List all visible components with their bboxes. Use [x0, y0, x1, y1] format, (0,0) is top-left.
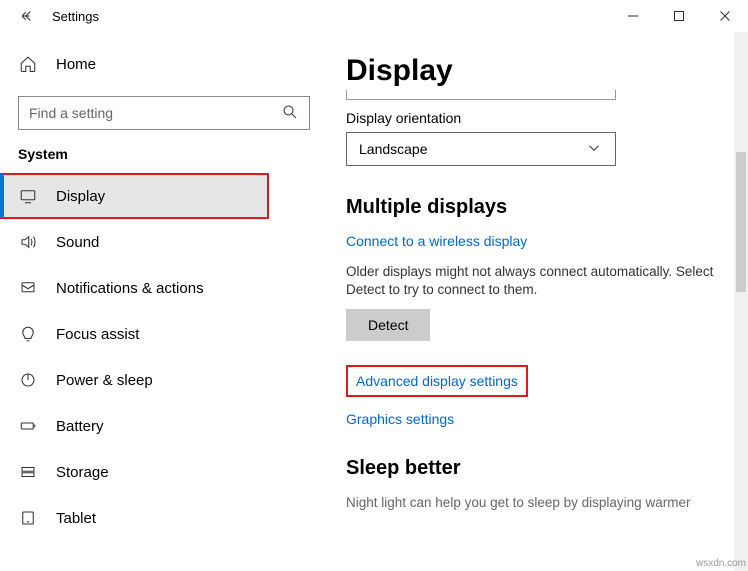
search-icon: [281, 103, 299, 124]
detect-description: Older displays might not always connect …: [346, 263, 728, 299]
advanced-display-link-highlight: Advanced display settings: [346, 365, 528, 397]
home-icon: [18, 54, 38, 74]
previous-field-outline: [346, 90, 616, 100]
scroll-thumb[interactable]: [736, 152, 746, 292]
titlebar: Settings: [0, 0, 748, 32]
page-title: Display: [346, 54, 728, 88]
graphics-settings-link[interactable]: Graphics settings: [346, 411, 728, 427]
minimize-icon: [624, 7, 642, 25]
back-button[interactable]: [8, 0, 48, 32]
focus-assist-icon: [18, 324, 38, 344]
main-panel: Display Display orientation Landscape Mu…: [328, 32, 748, 571]
arrow-left-icon: [19, 7, 37, 25]
sidebar-item-label: Display: [56, 188, 105, 205]
search-placeholder: Find a setting: [29, 105, 113, 121]
sleep-better-heading: Sleep better: [346, 457, 728, 480]
sidebar-item-battery[interactable]: Battery: [0, 404, 268, 448]
sidebar-item-label: Focus assist: [56, 326, 139, 343]
display-icon: [18, 186, 38, 206]
power-icon: [18, 370, 38, 390]
advanced-display-link[interactable]: Advanced display settings: [356, 373, 518, 389]
sidebar-item-display[interactable]: Display: [0, 174, 268, 218]
orientation-label: Display orientation: [346, 110, 728, 126]
maximize-icon: [670, 7, 688, 25]
content-area: Home Find a setting System Display Sound: [0, 32, 748, 571]
sidebar-item-power-sleep[interactable]: Power & sleep: [0, 358, 268, 402]
close-icon: [716, 7, 734, 25]
sidebar-item-label: Sound: [56, 234, 99, 251]
sidebar: Home Find a setting System Display Sound: [0, 32, 328, 571]
sidebar-item-focus-assist[interactable]: Focus assist: [0, 312, 268, 356]
storage-icon: [18, 462, 38, 482]
home-label: Home: [56, 56, 96, 73]
sidebar-item-label: Battery: [56, 418, 104, 435]
orientation-value: Landscape: [359, 141, 428, 157]
sidebar-item-label: Power & sleep: [56, 372, 153, 389]
sidebar-item-tablet[interactable]: Tablet: [0, 496, 268, 540]
detect-button[interactable]: Detect: [346, 309, 430, 341]
window-controls: [610, 0, 748, 32]
window-title: Settings: [48, 9, 99, 24]
sidebar-item-label: Storage: [56, 464, 109, 481]
system-section-title: System: [0, 146, 328, 172]
orientation-dropdown[interactable]: Landscape: [346, 132, 616, 166]
search-input[interactable]: Find a setting: [18, 96, 310, 130]
sidebar-item-sound[interactable]: Sound: [0, 220, 268, 264]
scrollbar[interactable]: [734, 32, 748, 571]
tablet-icon: [18, 508, 38, 528]
sound-icon: [18, 232, 38, 252]
sleep-description: Night light can help you get to sleep by…: [346, 494, 728, 512]
maximize-button[interactable]: [656, 0, 702, 32]
home-nav[interactable]: Home: [0, 42, 328, 86]
sidebar-item-label: Tablet: [56, 510, 96, 527]
sidebar-item-label: Notifications & actions: [56, 280, 204, 297]
minimize-button[interactable]: [610, 0, 656, 32]
chevron-down-icon: [585, 139, 603, 160]
watermark: wsxdn.com: [696, 558, 746, 569]
multiple-displays-heading: Multiple displays: [346, 196, 728, 219]
sidebar-item-notifications[interactable]: Notifications & actions: [0, 266, 268, 310]
close-button[interactable]: [702, 0, 748, 32]
sidebar-item-storage[interactable]: Storage: [0, 450, 268, 494]
notifications-icon: [18, 278, 38, 298]
battery-icon: [18, 416, 38, 436]
wireless-display-link[interactable]: Connect to a wireless display: [346, 233, 728, 249]
